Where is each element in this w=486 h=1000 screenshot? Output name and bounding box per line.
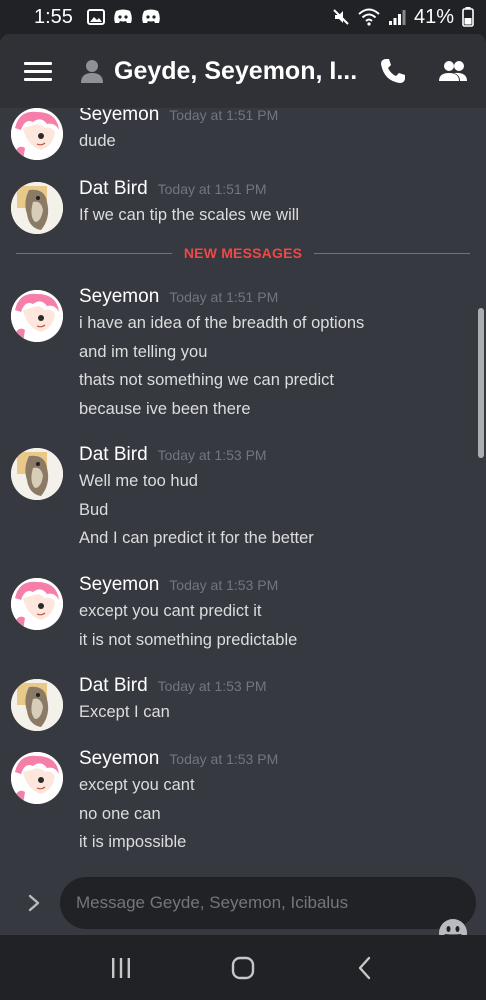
dat-bird-avatar[interactable] [11,448,63,500]
divider-rule [314,252,470,254]
home-icon[interactable] [230,955,256,981]
mute-icon [333,9,349,25]
emoji-icon[interactable] [438,918,468,935]
message-timestamp: Today at 1:53 PM [169,577,279,593]
battery-icon [462,7,474,27]
divider-rule [16,252,172,254]
message-input[interactable] [60,876,476,929]
scrollbar-thumb[interactable] [478,308,484,458]
message-text: Well me too hud [79,472,198,490]
message-timestamp: Today at 1:53 PM [169,751,279,767]
message-timestamp: Today at 1:53 PM [157,678,267,694]
seyemon-avatar[interactable] [11,752,63,804]
message-author[interactable]: Seyemon [79,748,159,770]
message-author[interactable]: Seyemon [79,108,159,126]
message-author[interactable]: Dat Bird [79,178,148,200]
message-author[interactable]: Seyemon [79,286,159,308]
hamburger-icon[interactable] [24,61,52,81]
image-notification-icon [86,9,105,25]
signal-icon [388,10,406,25]
seyemon-avatar[interactable] [11,108,63,160]
message-text: Bud [79,501,109,519]
status-time: 1:55 [34,5,73,28]
chat-window: Geyde, Seyemon, I... Seyemon Today at 1:… [0,34,486,935]
discord-notification-icon [114,9,132,23]
message-text: no one can [79,805,161,823]
new-messages-label: NEW MESSAGES [183,245,303,261]
message-text: And I can predict it for the better [79,529,314,547]
message-text: dude [79,132,116,150]
message-text: Except I can [79,703,170,721]
message-author[interactable]: Seyemon [79,574,159,596]
seyemon-avatar[interactable] [11,578,63,630]
message-author[interactable]: Dat Bird [79,675,148,697]
message-timestamp: Today at 1:51 PM [169,108,279,123]
message-text: If we can tip the scales we will [79,206,300,224]
message-timestamp: Today at 1:51 PM [169,289,279,305]
new-messages-divider: NEW MESSAGES [16,242,470,264]
message-text: thats not something we can predict [79,371,334,389]
members-icon[interactable] [438,56,468,86]
system-nav-bar [0,935,486,1000]
seyemon-avatar[interactable] [11,290,63,342]
dat-bird-avatar[interactable] [11,182,63,234]
notification-icons [86,9,161,25]
phone-icon[interactable] [378,56,408,86]
message-text: except you cant [79,776,195,794]
discord-notification-icon [142,9,160,23]
status-bar: 1:55 41% [0,0,486,34]
message-text: except you cant predict it [79,602,262,620]
message-text: because ive been there [79,400,251,418]
message-text: it is impossible [79,833,187,851]
back-icon[interactable] [352,955,378,981]
group-dm-icon [81,60,103,83]
message-author[interactable]: Dat Bird [79,444,148,466]
recent-apps-icon[interactable] [108,955,134,981]
header-actions [378,56,468,86]
message-composer [0,870,486,935]
status-indicators: 41% [332,6,474,29]
message-list[interactable]: Seyemon Today at 1:51 PM dude Dat Bird T… [0,108,486,878]
chevron-right-icon[interactable] [24,893,44,913]
message-text: i have an idea of the breadth of options [79,314,365,332]
dat-bird-avatar[interactable] [11,679,63,731]
message-timestamp: Today at 1:53 PM [157,447,267,463]
battery-percent: 41% [413,5,454,28]
channel-title[interactable]: Geyde, Seyemon, I... [114,57,357,86]
message-text: it is not something predictable [79,631,298,649]
channel-header: Geyde, Seyemon, I... [0,34,486,108]
message-timestamp: Today at 1:51 PM [157,181,267,197]
message-text: and im telling you [79,343,208,361]
wifi-icon [358,8,380,26]
